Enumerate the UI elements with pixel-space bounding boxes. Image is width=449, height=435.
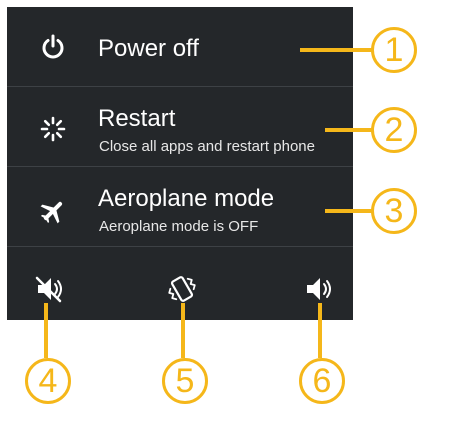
aeroplane-mode-label: Aeroplane mode (98, 185, 275, 212)
callout-line-2 (325, 128, 372, 132)
callout-line-1 (300, 48, 372, 52)
callout-2: 2 (371, 107, 417, 153)
vibrate-icon[interactable] (165, 274, 199, 304)
callout-5: 5 (162, 358, 208, 404)
restart-item[interactable]: Restart Close all apps and restart phone (7, 87, 353, 167)
sound-icon[interactable] (303, 274, 337, 304)
restart-icon (40, 116, 66, 142)
sound-mode-bar (7, 259, 353, 320)
callout-line-4 (44, 303, 48, 358)
power-off-item[interactable]: Power off (7, 7, 353, 87)
airplane-icon (40, 201, 63, 224)
callout-6: 6 (299, 358, 345, 404)
power-off-label: Power off (98, 35, 199, 62)
callout-line-3 (325, 209, 372, 213)
power-icon (42, 34, 64, 59)
callout-3: 3 (371, 188, 417, 234)
callout-4: 4 (25, 358, 71, 404)
restart-subtitle: Close all apps and restart phone (99, 138, 315, 155)
callout-line-6 (318, 303, 322, 358)
callout-1: 1 (371, 27, 417, 73)
restart-label: Restart (98, 105, 176, 132)
mute-icon[interactable] (34, 274, 68, 304)
aeroplane-mode-subtitle: Aeroplane mode is OFF (99, 218, 259, 235)
callout-line-5 (181, 303, 185, 358)
power-options-dialog: Power off Restart Close all apps and res… (7, 7, 353, 320)
aeroplane-mode-item[interactable]: Aeroplane mode Aeroplane mode is OFF (7, 167, 353, 247)
